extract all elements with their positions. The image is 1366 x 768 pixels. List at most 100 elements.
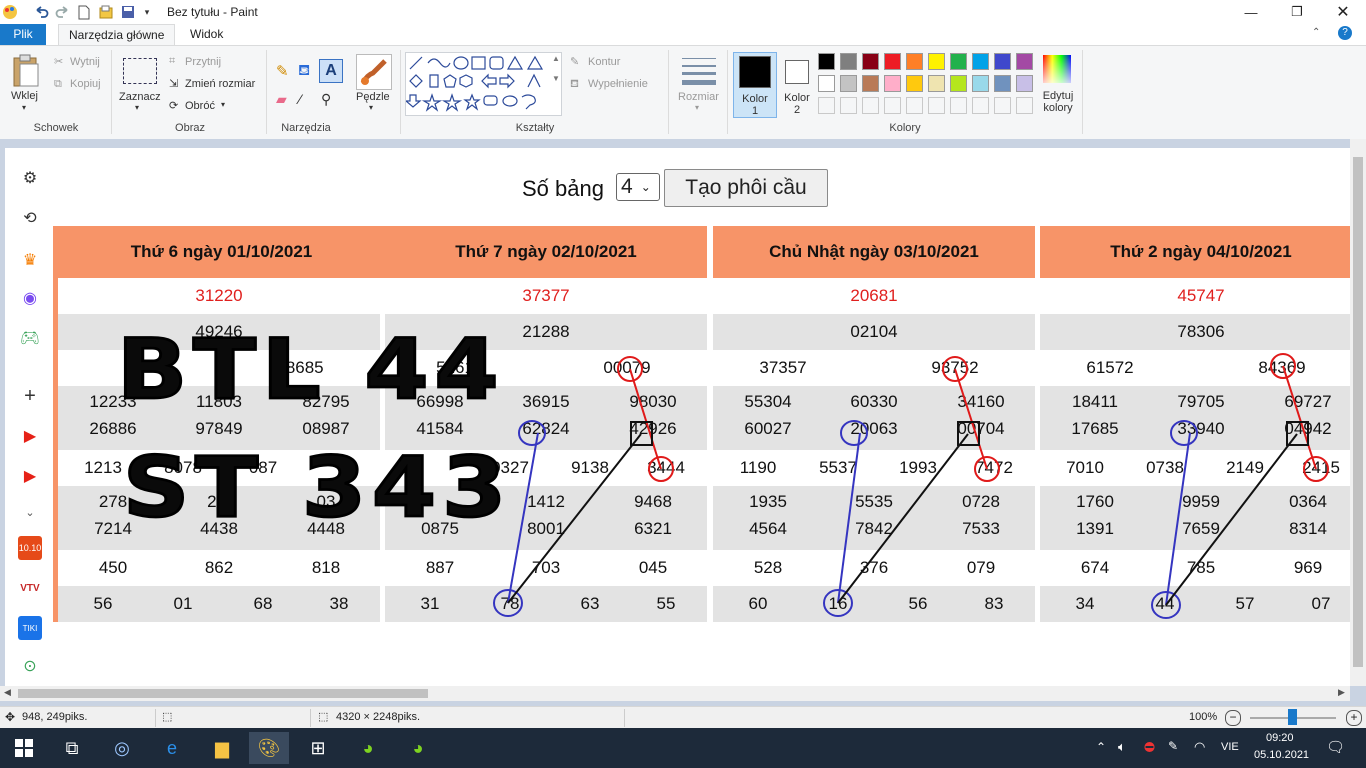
color-swatch[interactable]	[840, 75, 857, 92]
store-icon[interactable]: ⊞	[298, 732, 338, 764]
eraser-icon[interactable]: ▰	[276, 91, 287, 108]
resize-button[interactable]: Zmień rozmiar	[185, 78, 255, 90]
add-icon[interactable]: +	[18, 384, 42, 408]
redo-icon[interactable]	[54, 3, 72, 21]
edit-colors-button[interactable]: Edytuj kolory	[1040, 90, 1076, 114]
color-picker-icon[interactable]: ⁄	[299, 91, 301, 107]
color-swatch[interactable]	[818, 75, 835, 92]
color-swatch[interactable]	[1016, 53, 1033, 70]
tiki-icon[interactable]: TIKI	[18, 616, 42, 640]
paste-icon[interactable]	[12, 54, 40, 88]
scroll-right-icon[interactable]: ▶	[1338, 687, 1345, 698]
custom-color-slot[interactable]	[906, 97, 923, 114]
color-swatch[interactable]	[994, 53, 1011, 70]
computer-icon[interactable]: ◎	[102, 732, 142, 764]
edit-colors-icon[interactable]	[1042, 54, 1072, 84]
coccoc-icon[interactable]: ◕	[398, 732, 438, 764]
rotate-dropdown-icon[interactable]: ▾	[221, 100, 225, 109]
text-tool-icon[interactable]: A	[319, 59, 343, 83]
brush-icon[interactable]	[356, 54, 392, 90]
generate-button[interactable]: Tạo phôi cầu	[664, 169, 828, 207]
vtv-icon[interactable]: VTV	[18, 576, 42, 600]
notification-icon[interactable]: 🗨︎	[1326, 738, 1345, 756]
custom-color-slot[interactable]	[840, 97, 857, 114]
coccoc-icon[interactable]: ◕	[348, 732, 388, 764]
map-pin-icon[interactable]: ⊙	[18, 654, 42, 678]
file-explorer-icon[interactable]: ▆	[202, 732, 242, 764]
open-icon[interactable]	[98, 3, 114, 21]
chevron-down-icon[interactable]: ⌄	[18, 500, 42, 524]
outline-button[interactable]: Kontur	[588, 56, 620, 68]
color-swatch[interactable]	[972, 75, 989, 92]
custom-color-slot[interactable]	[1016, 97, 1033, 114]
custom-color-slot[interactable]	[928, 97, 945, 114]
restore-button[interactable]: ❐	[1274, 0, 1320, 24]
color-swatch[interactable]	[972, 53, 989, 70]
vertical-scroll-thumb[interactable]	[1353, 157, 1363, 667]
shopee-icon[interactable]: 10.10	[18, 536, 42, 560]
undo-icon[interactable]	[32, 3, 50, 21]
windows-start-icon[interactable]	[4, 732, 44, 764]
size-icon[interactable]	[682, 56, 716, 86]
color2-button[interactable]: Kolor 2	[779, 52, 815, 116]
crown-icon[interactable]: ♛	[18, 248, 42, 272]
minimize-button[interactable]: —	[1228, 0, 1274, 24]
paste-button[interactable]: Wklej	[11, 90, 38, 102]
color-swatch[interactable]	[862, 75, 879, 92]
crop-button[interactable]: Przytnij	[185, 56, 221, 68]
color-swatch[interactable]	[840, 53, 857, 70]
rotate-button[interactable]: Obróć	[185, 100, 215, 112]
history-icon[interactable]: ⟲	[18, 206, 42, 230]
youtube-icon[interactable]: ▶	[18, 424, 42, 448]
color-swatch[interactable]	[862, 53, 879, 70]
pencil-icon[interactable]: ✎	[276, 62, 289, 80]
help-icon[interactable]: ?	[1338, 26, 1352, 40]
save-icon[interactable]	[120, 3, 136, 21]
gear-icon[interactable]: ⚙	[18, 166, 42, 190]
zoom-in-icon[interactable]: +	[1346, 710, 1362, 726]
zoom-out-icon[interactable]: −	[1225, 710, 1241, 726]
customize-icon[interactable]: ▾	[140, 3, 154, 21]
copy-button[interactable]: Kopiuj	[70, 78, 101, 90]
shapes-scroll-down-icon[interactable]: ▼	[552, 74, 560, 83]
new-icon[interactable]	[76, 3, 92, 21]
fill-bucket-icon[interactable]: ⛾	[298, 62, 310, 81]
clock-date[interactable]: 05.10.2021	[1254, 749, 1309, 761]
shapes-scroll-up-icon[interactable]: ▲	[552, 54, 560, 63]
edge-icon[interactable]: e	[152, 732, 192, 764]
magnifier-icon[interactable]: ⚲	[321, 91, 331, 108]
fill-button[interactable]: Wypełnienie	[588, 78, 648, 90]
wifi-icon[interactable]: ◠	[1194, 739, 1205, 755]
board-count-select[interactable]: 4 ⌄	[616, 173, 660, 201]
tab-file[interactable]: Plik	[0, 24, 46, 45]
select-dropdown-icon[interactable]: ▾	[135, 103, 139, 112]
scroll-left-icon[interactable]: ◀	[4, 687, 11, 698]
close-button[interactable]: ✕	[1320, 0, 1366, 24]
color-swatch[interactable]	[884, 53, 901, 70]
color-swatch[interactable]	[884, 75, 901, 92]
zoom-slider-thumb[interactable]	[1288, 709, 1297, 725]
color-swatch[interactable]	[928, 53, 945, 70]
ime-icon[interactable]: ✎	[1168, 739, 1178, 753]
brushes-dropdown-icon[interactable]: ▾	[369, 103, 373, 112]
color-swatch[interactable]	[1016, 75, 1033, 92]
tab-view[interactable]: Widok	[180, 24, 233, 45]
color-swatch[interactable]	[950, 53, 967, 70]
color-swatch[interactable]	[818, 53, 835, 70]
horizontal-scrollbar[interactable]: ◀ ▶	[0, 686, 1350, 701]
horizontal-scroll-thumb[interactable]	[18, 689, 428, 698]
tab-home[interactable]: Narzędzia główne	[58, 24, 176, 45]
select-button[interactable]: Zaznacz	[119, 91, 161, 103]
custom-color-slot[interactable]	[818, 97, 835, 114]
paste-dropdown-icon[interactable]: ▾	[22, 103, 26, 112]
select-icon[interactable]	[123, 58, 157, 84]
custom-color-slot[interactable]	[862, 97, 879, 114]
language-indicator[interactable]: VIE	[1221, 741, 1239, 753]
network-error-icon[interactable]: ⛔︎	[1144, 739, 1155, 755]
messenger-icon[interactable]: ◉	[18, 286, 42, 310]
task-view-icon[interactable]: ⧉	[52, 732, 92, 764]
youtube-icon[interactable]: ▶	[18, 464, 42, 488]
shapes-gallery[interactable]	[404, 52, 562, 116]
vertical-scrollbar[interactable]	[1350, 139, 1366, 686]
clock-time[interactable]: 09:20	[1266, 732, 1294, 744]
